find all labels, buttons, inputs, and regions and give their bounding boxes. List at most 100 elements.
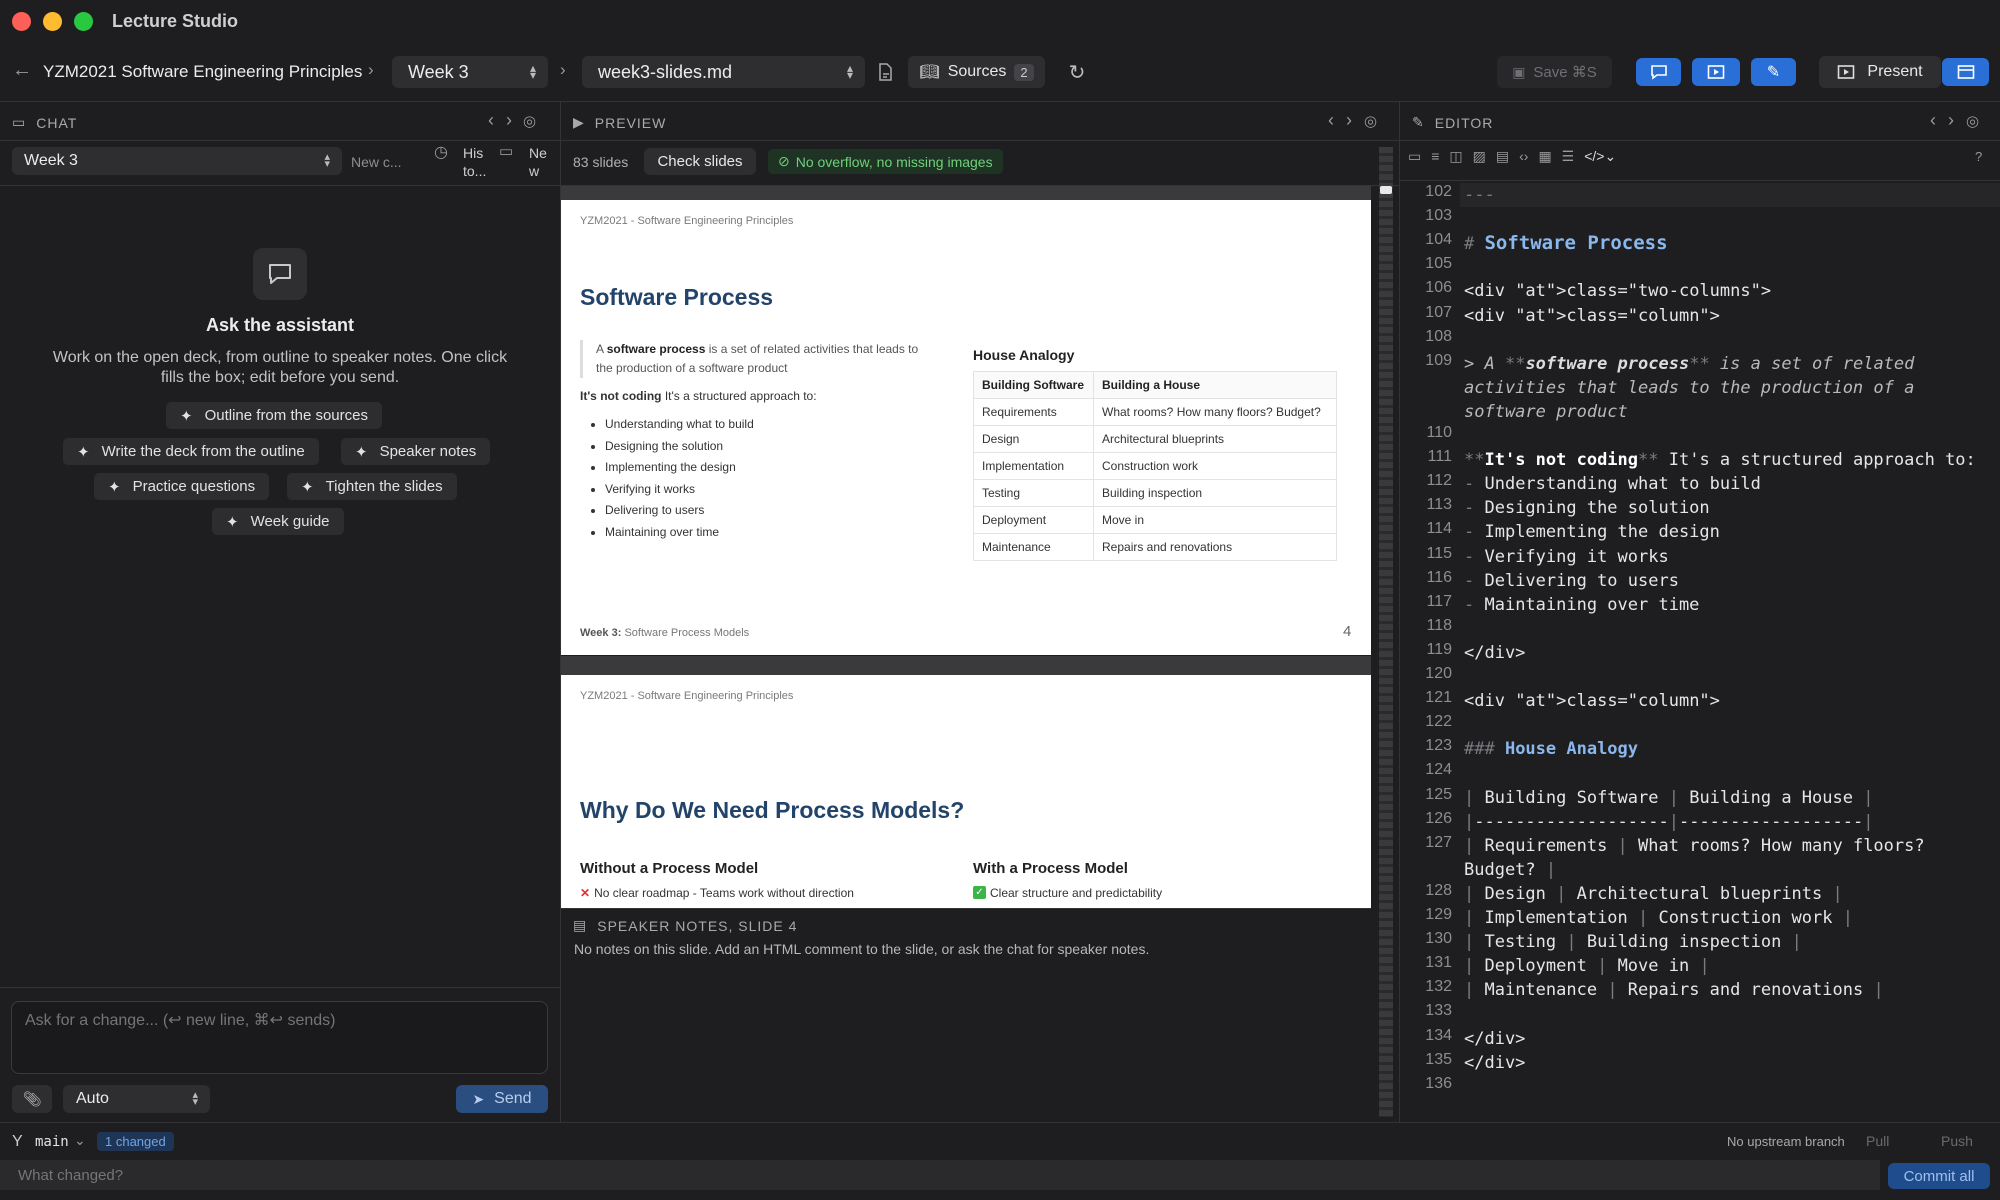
columns-icon[interactable]: ◫ bbox=[1449, 148, 1462, 165]
close-window-button[interactable] bbox=[12, 12, 31, 31]
list-item: ✕ No clear roadmap - Teams work without d… bbox=[580, 886, 854, 900]
chat-session-select[interactable]: Week 3 ▴ ▾ bbox=[12, 147, 342, 175]
pull-button[interactable]: Pull bbox=[1866, 1133, 1889, 1149]
html-menu-icon[interactable]: </>⌄ bbox=[1584, 148, 1616, 165]
app-title: Lecture Studio bbox=[112, 11, 239, 31]
code-line[interactable]: **It's not coding** It's a structured ap… bbox=[1464, 448, 1984, 472]
collapse-left-icon[interactable]: ‹ bbox=[1328, 110, 1334, 131]
slide-icon[interactable]: ▭ bbox=[1408, 148, 1421, 165]
toggle-preview-button[interactable] bbox=[1692, 58, 1740, 86]
code-line[interactable]: | Maintenance | Repairs and renovations … bbox=[1464, 978, 1984, 1002]
commit-all-button[interactable]: Commit all bbox=[1888, 1163, 1990, 1189]
chat-header: ▭ CHAT bbox=[12, 114, 78, 131]
align-icon[interactable]: ≡ bbox=[1431, 148, 1439, 165]
hide-panel-icon[interactable]: ◎ bbox=[523, 112, 536, 130]
chat-bubble-icon: ▭ bbox=[12, 114, 27, 130]
changed-badge[interactable]: 1 changed bbox=[97, 1132, 174, 1151]
collapse-left-icon[interactable]: ‹ bbox=[1930, 110, 1936, 131]
suggestion-tighten-slides[interactable]: ✦ Tighten the slides bbox=[287, 473, 457, 500]
panel-layout-button[interactable] bbox=[1942, 58, 1989, 86]
save-button[interactable]: ▣ Save ⌘S bbox=[1497, 56, 1612, 88]
collapse-right-icon[interactable]: › bbox=[506, 110, 512, 131]
check-slides-button[interactable]: Check slides bbox=[644, 148, 756, 175]
week-select[interactable]: Week 3 ▴ ▾ bbox=[392, 56, 548, 88]
suggestion-week-guide[interactable]: ✦ Week guide bbox=[212, 508, 344, 535]
push-button[interactable]: Push bbox=[1941, 1133, 1973, 1149]
preview-scroll-thumb[interactable] bbox=[1380, 186, 1392, 194]
code-line[interactable]: - Understanding what to build bbox=[1464, 472, 1984, 496]
list-icon[interactable]: ☰ bbox=[1562, 148, 1575, 165]
commit-message-input[interactable] bbox=[0, 1160, 1880, 1190]
new-chat-button[interactable]: Ne w bbox=[529, 144, 551, 180]
new-chat-icon[interactable]: ▭ bbox=[499, 142, 513, 160]
chat-input[interactable] bbox=[11, 1001, 548, 1074]
suggestion-practice-questions[interactable]: ✦ Practice questions bbox=[94, 473, 270, 500]
code-line[interactable]: | Building Software | Building a House | bbox=[1464, 786, 1984, 810]
file-swap-button[interactable] bbox=[874, 56, 898, 88]
code-line[interactable]: --- bbox=[1464, 183, 1984, 207]
sparkle-icon: ✦ bbox=[355, 443, 368, 461]
code-line[interactable]: | Implementation | Construction work | bbox=[1464, 906, 1984, 930]
chevron-down-icon[interactable]: ⌄ bbox=[74, 1132, 86, 1149]
breadcrumb-separator-icon: › bbox=[368, 60, 374, 79]
back-arrow-icon[interactable]: ← bbox=[12, 59, 32, 82]
code-line[interactable]: - Delivering to users bbox=[1464, 569, 1984, 593]
send-button[interactable]: ➤ Send bbox=[456, 1085, 548, 1113]
suggestion-write-deck[interactable]: ✦ Write the deck from the outline bbox=[63, 438, 319, 465]
preview-scrollbar[interactable] bbox=[1379, 147, 1393, 1117]
code-line[interactable]: - Maintaining over time bbox=[1464, 593, 1984, 617]
code-line[interactable]: </div> bbox=[1464, 641, 1984, 665]
suggestion-outline[interactable]: ✦ Outline from the sources bbox=[166, 402, 382, 429]
file-select[interactable]: week3-slides.md ▴ ▾ bbox=[582, 56, 865, 88]
mode-select[interactable]: Auto ▴ ▾ bbox=[63, 1085, 210, 1113]
code-line[interactable]: |-------------------|------------------| bbox=[1464, 810, 1984, 834]
code-line[interactable]: # Software Process bbox=[1464, 231, 1984, 256]
slide-4[interactable]: YZM2021 - Software Engineering Principle… bbox=[561, 200, 1371, 655]
attach-button[interactable]: 📎︎ bbox=[12, 1085, 52, 1113]
toggle-chat-button[interactable] bbox=[1636, 58, 1681, 86]
zoom-window-button[interactable] bbox=[74, 12, 93, 31]
toggle-editor-button[interactable]: ✎ bbox=[1751, 58, 1796, 86]
code-line[interactable]: </div> bbox=[1464, 1051, 1984, 1075]
refresh-button[interactable]: ↻ bbox=[1056, 56, 1098, 88]
code-line[interactable]: - Designing the solution bbox=[1464, 496, 1984, 520]
sources-button[interactable]: 📖︎ Sources 2 bbox=[908, 56, 1045, 88]
document-swap-icon bbox=[879, 63, 892, 81]
code-line[interactable]: - Verifying it works bbox=[1464, 545, 1984, 569]
breadcrumb-course[interactable]: YZM2021 Software Engineering Principles bbox=[43, 62, 362, 82]
code-line[interactable]: - Implementing the design bbox=[1464, 520, 1984, 544]
collapse-right-icon[interactable]: › bbox=[1346, 110, 1352, 131]
code-line[interactable]: <div "at">class="two-columns"> bbox=[1464, 279, 1984, 303]
code-line[interactable]: <div "at">class="column"> bbox=[1464, 689, 1984, 713]
help-icon[interactable]: ? bbox=[1975, 149, 1982, 164]
code-icon[interactable]: ‹› bbox=[1519, 148, 1528, 165]
code-line[interactable]: | Design | Architectural blueprints | bbox=[1464, 882, 1984, 906]
new-chat-input[interactable]: New c... bbox=[351, 154, 402, 170]
suggestion-speaker-notes[interactable]: ✦ Speaker notes bbox=[341, 438, 491, 465]
line-number: 114 bbox=[1426, 520, 1452, 538]
collapse-right-icon[interactable]: › bbox=[1948, 110, 1954, 131]
code-line[interactable]: ### House Analogy bbox=[1464, 737, 1984, 761]
history-icon[interactable]: ◷ bbox=[434, 142, 448, 162]
table-icon[interactable]: ▦ bbox=[1538, 148, 1551, 165]
hide-panel-icon[interactable]: ◎ bbox=[1364, 112, 1377, 130]
code-line[interactable]: > A **software process** is a set of rel… bbox=[1464, 352, 1984, 424]
collapse-left-icon[interactable]: ‹ bbox=[488, 110, 494, 131]
code-line[interactable]: | Requirements | What rooms? How many fl… bbox=[1464, 834, 1984, 882]
card-icon[interactable]: ▤ bbox=[1496, 148, 1509, 165]
code-line[interactable]: | Testing | Building inspection | bbox=[1464, 930, 1984, 954]
hide-panel-icon[interactable]: ◎ bbox=[1966, 112, 1979, 130]
minimize-window-button[interactable] bbox=[43, 12, 62, 31]
code-line[interactable]: </div> bbox=[1464, 1027, 1984, 1051]
branch-select[interactable]: main bbox=[35, 1134, 69, 1150]
slide-title: Why Do We Need Process Models? bbox=[580, 797, 965, 823]
line-number: 121 bbox=[1425, 689, 1452, 707]
present-button[interactable]: Present bbox=[1819, 56, 1941, 88]
history-button[interactable]: His to... bbox=[463, 144, 493, 180]
list-item: Implementing the design bbox=[605, 457, 754, 479]
line-number: 133 bbox=[1425, 1002, 1452, 1020]
image-icon[interactable]: ▨ bbox=[1473, 148, 1486, 165]
code-line[interactable]: | Deployment | Move in | bbox=[1464, 954, 1984, 978]
code-line[interactable]: <div "at">class="column"> bbox=[1464, 304, 1984, 328]
slide-5[interactable]: YZM2021 - Software Engineering Principle… bbox=[561, 675, 1371, 908]
